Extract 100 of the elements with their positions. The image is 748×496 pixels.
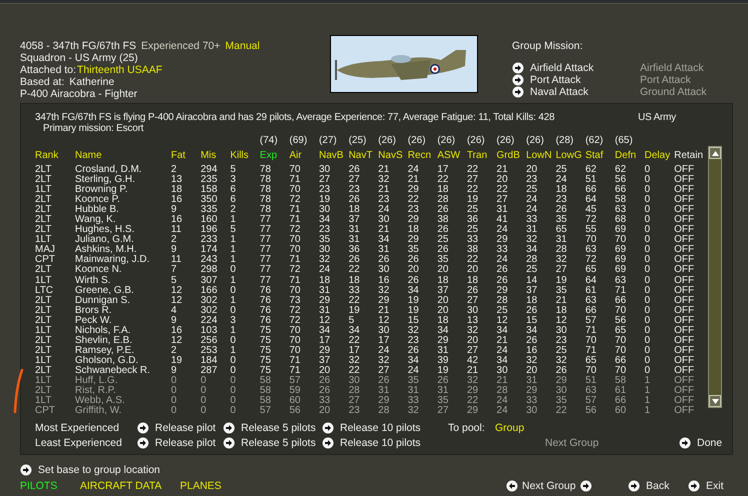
table-cell-text: Shevlin, E.B. [75,336,134,346]
table-cell-text: 77 [260,276,272,286]
release-button[interactable]: Release 5 pilots [223,437,322,450]
table-cell-text: 70 [289,336,302,346]
scrollbar[interactable] [708,146,722,408]
release-button[interactable]: Release pilot [137,422,223,434]
table-cell-text: 23 [318,185,332,196]
column-header[interactable]: NavS [378,150,408,160]
scroll-down-button[interactable] [709,395,722,407]
aircraft-type: P-400 Airacobra - Fighter [20,88,138,100]
table-cell-text: 9 [171,316,178,326]
column-header[interactable]: Air [289,150,319,160]
table-cell-text: 28 [526,255,538,266]
release-button[interactable]: Release pilot [137,437,223,450]
column-header[interactable]: Fat [171,150,201,160]
table-cell-text: 23 [378,195,390,206]
pool-link[interactable]: Group [495,422,524,434]
table-cell-text: Dunnigan S. [75,296,132,306]
table-cell-text: 22 [348,296,361,306]
column-header[interactable]: NavB [318,150,349,160]
tab[interactable]: AIRCRAFT DATA [80,480,180,492]
table-cell-text: 18 [466,276,480,286]
right-arrow-icon [679,437,691,450]
release-row-label: Most Experienced [35,422,120,434]
back-button[interactable]: Back [628,480,688,492]
exit-button[interactable]: Exit [688,480,736,492]
column-header[interactable]: NavT [348,150,378,160]
column-header[interactable]: Recn [408,150,438,160]
table-cell-text: 32 [378,356,390,366]
mission-option[interactable]: Naval Attack [530,86,640,98]
table-cell-text: 26 [437,225,450,236]
table-cell-text: 75 [260,356,272,366]
table-cell-text: 70 [289,165,302,176]
column-header[interactable]: Tran [466,150,497,160]
table-cell-text: 0 [200,396,208,406]
table-cell-text: 0 [644,296,652,306]
mission-option[interactable]: Port Attack [530,74,640,86]
table-cell-text: 18 [437,185,450,196]
column-header[interactable]: Kills [230,150,260,160]
table-cell-text: 11 [171,225,182,236]
table-cell-text: 26 [496,265,509,276]
table-cell-text: 56 [614,316,628,326]
mission-option[interactable]: Airfield Attack [530,62,640,74]
unit-title: 4058 - 347th FG/67th FS [20,40,136,52]
table-cell-text: 0 [644,185,652,196]
table-cell-text: 39 [437,356,450,366]
table-cell-text: 27 [556,265,568,276]
table-cell-text: 18 [437,316,450,326]
table-cell-text: OFF [674,225,696,236]
table-cell-text: 21 [496,376,509,386]
done-button[interactable]: Done [679,437,729,450]
column-header[interactable]: Exp [260,150,290,160]
column-header[interactable]: Name [75,150,171,160]
table-cell-text: Brors R. [75,306,112,316]
table-cell-text: 21 [378,225,390,236]
column-header[interactable]: Delay [644,150,674,160]
release-button[interactable]: Release 10 pilots [322,437,448,450]
table-cell-text: 75 [260,366,272,376]
table-cell-text: 224 [200,316,218,326]
tab[interactable]: PILOTS [20,480,80,492]
table-cell-text: 1 [644,396,652,406]
column-header[interactable]: GrdB [496,150,526,160]
column-header[interactable]: Mis [200,150,230,160]
right-arrow-icon [137,422,149,434]
mode-link[interactable]: Manual [225,40,260,52]
next-group-button[interactable]: Next Group [506,480,624,492]
table-cell-text: 66 [585,185,598,196]
table-cell-text: 65 [556,225,568,236]
table-cell-text: 19 [466,195,480,206]
table-cell-text: 233 [200,235,218,246]
attached-label: Attached to: [20,64,76,76]
table-cell-text: 27 [466,346,480,356]
column-header[interactable]: LowG [556,150,586,160]
table-cell-text: 24 [318,265,332,276]
column-header[interactable]: Rank [35,150,75,160]
table-cell-text: 0 [644,286,652,296]
right-arrow-icon [512,74,524,86]
tab[interactable]: PLANES [180,480,260,492]
column-header[interactable]: Defn [614,150,644,160]
release-button[interactable]: Release 10 pilots [322,422,448,434]
right-arrow-icon [223,437,235,450]
release-button[interactable]: Release 5 pilots [223,422,322,434]
table-cell-text: 253 [200,346,218,356]
primary-mission-text: Primary mission: Escort [43,123,144,134]
experience-filter: Experienced 70+ [141,40,220,52]
table-cell-text: 71 [289,356,302,366]
table-cell-text: 38 [466,245,480,256]
table-cell-text: 65 [585,265,598,276]
column-header[interactable]: LowN [526,150,556,160]
column-header[interactable]: Staf [585,150,615,160]
attached-link[interactable]: Thirteenth USAAF [77,64,162,76]
table-cell-text: 72 [289,225,302,236]
squadron-text: Squadron - US Army (25) [20,52,138,64]
right-arrow-icon [137,437,149,450]
table-cell-text: 25 [496,306,509,316]
column-header[interactable]: ASW [437,150,467,160]
set-base-button[interactable]: Set base to group location [20,464,320,476]
scroll-up-button[interactable] [709,147,722,159]
table-cell-text: 20 [437,296,450,306]
table-cell-text: 34 [378,235,390,246]
